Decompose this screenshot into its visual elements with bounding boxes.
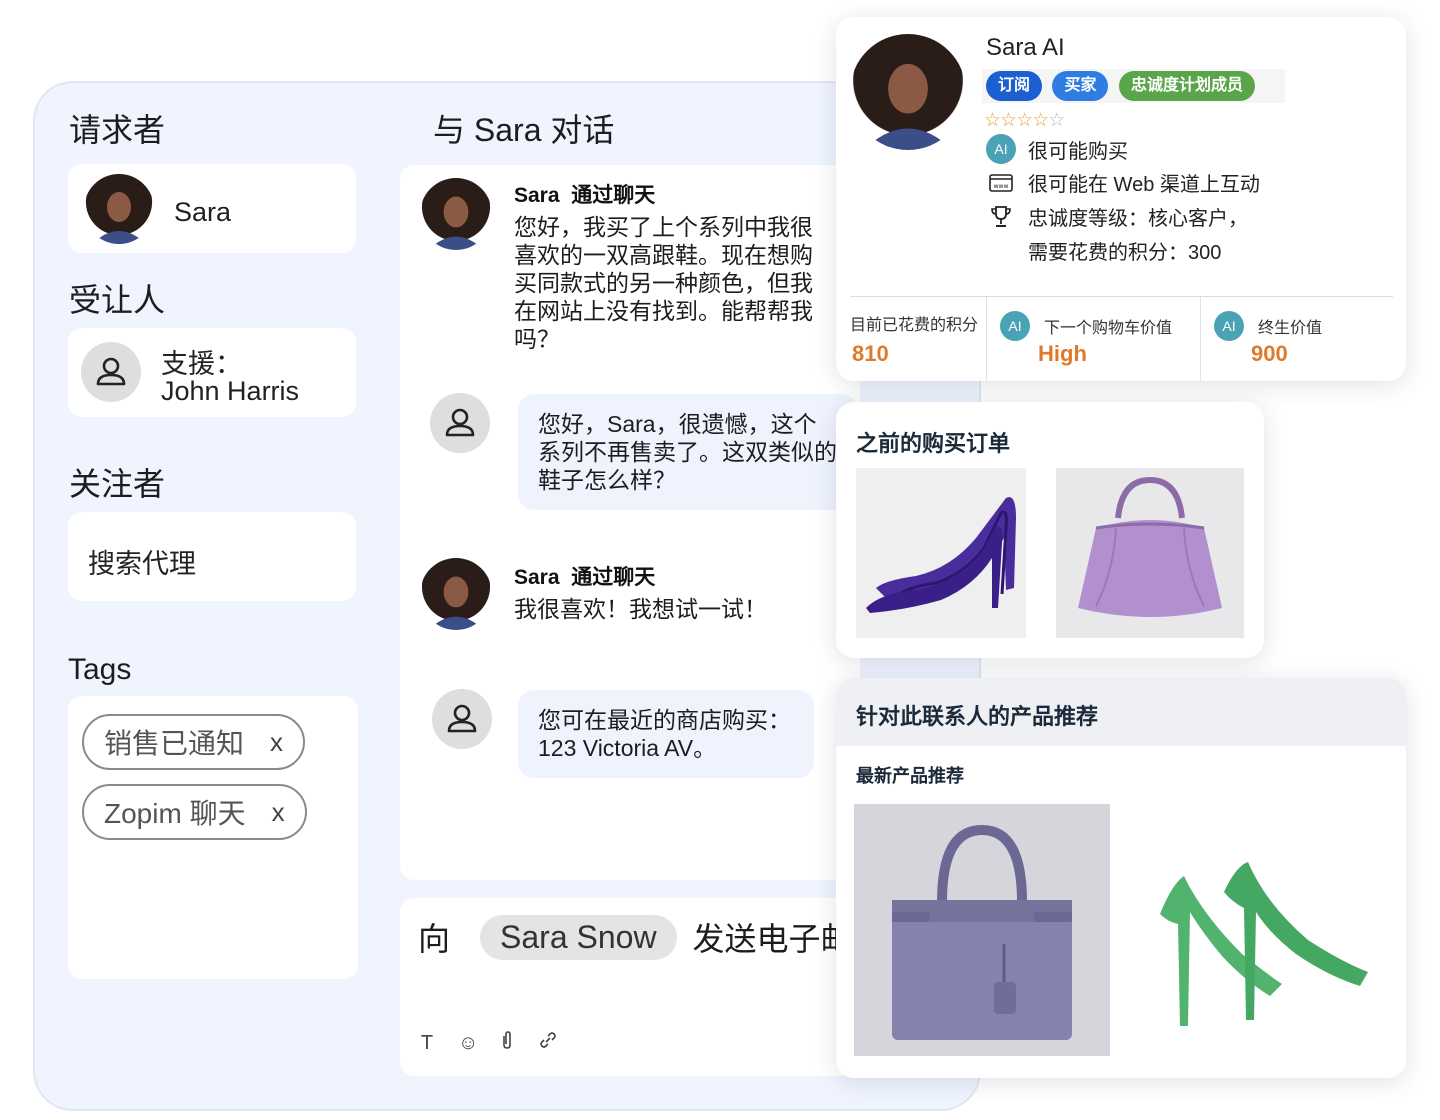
tags-heading: Tags <box>68 653 132 686</box>
requester-card[interactable]: Sara <box>68 164 356 253</box>
stat-label: AI 下一个购物车价值 <box>1000 311 1172 341</box>
ai-icon: AI <box>1000 311 1030 341</box>
user-icon <box>81 342 141 402</box>
message-sender: Sara 通过聊天 <box>514 566 656 589</box>
followers-heading: 关注者 <box>69 466 166 502</box>
tags-card: 销售已通知 x Zopim 聊天 x <box>68 696 358 979</box>
recommendations-subtitle: 最新产品推荐 <box>856 766 964 786</box>
stat-label: 目前已花费的积分 <box>850 317 979 334</box>
star-icon: ☆ <box>1048 110 1065 131</box>
profile-avatar <box>850 34 966 150</box>
stat-value: High <box>1038 341 1087 366</box>
recipient-chip[interactable]: Sara Snow <box>480 914 677 960</box>
star-rating: ☆☆☆☆☆ <box>984 109 1065 132</box>
profile-name: Sara AI <box>986 34 1065 61</box>
to-label: 向 <box>418 921 451 957</box>
assignee-card[interactable]: 支援： John Harris <box>68 328 356 417</box>
past-orders-title: 之前的购买订单 <box>856 431 1011 456</box>
assignee-heading: 受让人 <box>69 282 166 318</box>
agent-icon <box>432 689 492 749</box>
customer-profile-card: Sara AI 订阅 买家 忠诚度计划成员 ☆☆☆☆☆ AI 很可能购买 www… <box>836 17 1406 381</box>
tag-pill[interactable]: 销售已通知 x <box>82 714 306 770</box>
chat-transcript: Sara 通过聊天 您好，我买了上个系列中我很喜欢的一双高跟鞋。现在想购买同款式… <box>400 165 860 880</box>
send-email-label: 发送电子邮件 <box>692 921 860 957</box>
purple-tote-bag-image[interactable] <box>854 804 1110 1056</box>
close-icon[interactable]: x <box>270 727 283 758</box>
recommendations-card: 针对此联系人的产品推荐 最新产品推荐 <box>836 678 1406 1078</box>
purple-stiletto-heels-image[interactable] <box>856 468 1026 638</box>
emoji-icon[interactable]: ☺ <box>458 1032 478 1055</box>
attachment-icon[interactable] <box>498 1030 516 1056</box>
divider <box>986 297 987 381</box>
trophy-icon <box>986 205 1016 229</box>
message-text: 您好，我买了上个系列中我很喜欢的一双高跟鞋。现在想购买同款式的另一种颜色，但我在… <box>514 214 813 352</box>
profile-badges: 订阅 买家 忠诚度计划成员 <box>982 69 1285 103</box>
badge: 忠诚度计划成员 <box>1118 71 1255 101</box>
agent-message: 您好，Sara，很遗憾，这个系列不再售卖了。这双类似的鞋子怎么样？ <box>518 394 858 510</box>
requester-heading: 请求者 <box>69 112 166 148</box>
chat-heading: 与 Sara 对话 <box>433 112 615 148</box>
star-icon: ☆ <box>1032 110 1049 131</box>
requester-avatar <box>84 174 154 244</box>
link-icon[interactable] <box>538 1030 556 1056</box>
followers-card[interactable]: 搜索代理 <box>68 512 356 601</box>
browser-icon: www <box>986 173 1016 192</box>
agent-icon <box>430 393 490 453</box>
stat-label: AI 终生价值 <box>1214 311 1322 341</box>
ai-icon: AI <box>986 134 1016 164</box>
sender-avatar <box>420 558 492 630</box>
text-format-icon[interactable]: T <box>418 1032 436 1055</box>
agent-message: 您可在最近的商店购买：123 Victoria AV。 <box>518 690 814 778</box>
svg-text:www: www <box>994 183 1009 190</box>
info-points-needed: 需要花费的积分：300 <box>1028 242 1222 264</box>
message-text: 我很喜欢！我想试一试！ <box>514 596 767 622</box>
email-compose[interactable]: 向 Sara Snow 发送电子邮件 T ☺ <box>400 898 860 1076</box>
stat-next-cart-value: AI 下一个购物车价值 High <box>1000 297 1200 381</box>
divider <box>1200 297 1201 381</box>
sender-avatar <box>420 178 492 250</box>
close-icon[interactable]: x <box>272 797 285 828</box>
info-loyalty-tier: 忠诚度等级：核心客户， <box>986 202 1248 231</box>
tag-label: 销售已通知 <box>104 728 245 759</box>
green-stiletto-heels-image[interactable] <box>1132 804 1388 1056</box>
star-icon: ☆ <box>984 110 1001 131</box>
star-icon: ☆ <box>1016 110 1033 131</box>
badge: 订阅 <box>986 71 1043 101</box>
tag-pill[interactable]: Zopim 聊天 x <box>82 784 307 840</box>
stat-value: 900 <box>1251 341 1288 366</box>
tag-label: Zopim 聊天 <box>104 798 246 829</box>
requester-name: Sara <box>174 197 232 227</box>
compose-toolbar: T ☺ <box>418 1030 556 1056</box>
recommendations-title: 针对此联系人的产品推荐 <box>856 704 1099 729</box>
stat-lifetime-value: AI 终生价值 900 <box>1214 297 1394 381</box>
followers-value: 搜索代理 <box>88 549 196 579</box>
info-web-channel: www 很可能在 Web 渠道上互动 <box>986 168 1260 197</box>
ai-icon: AI <box>1214 311 1244 341</box>
stat-points-spent: 目前已花费的积分 810 <box>850 297 986 381</box>
star-icon: ☆ <box>1000 110 1017 131</box>
stat-value: 810 <box>852 341 889 366</box>
assignee-name: John Harris <box>161 376 300 406</box>
info-likely-purchase: AI 很可能购买 <box>986 134 1128 164</box>
message-sender: Sara 通过聊天 <box>514 184 656 207</box>
past-orders-card: 之前的购买订单 <box>836 402 1264 658</box>
lavender-handbag-image[interactable] <box>1056 468 1244 638</box>
badge: 买家 <box>1052 71 1109 101</box>
